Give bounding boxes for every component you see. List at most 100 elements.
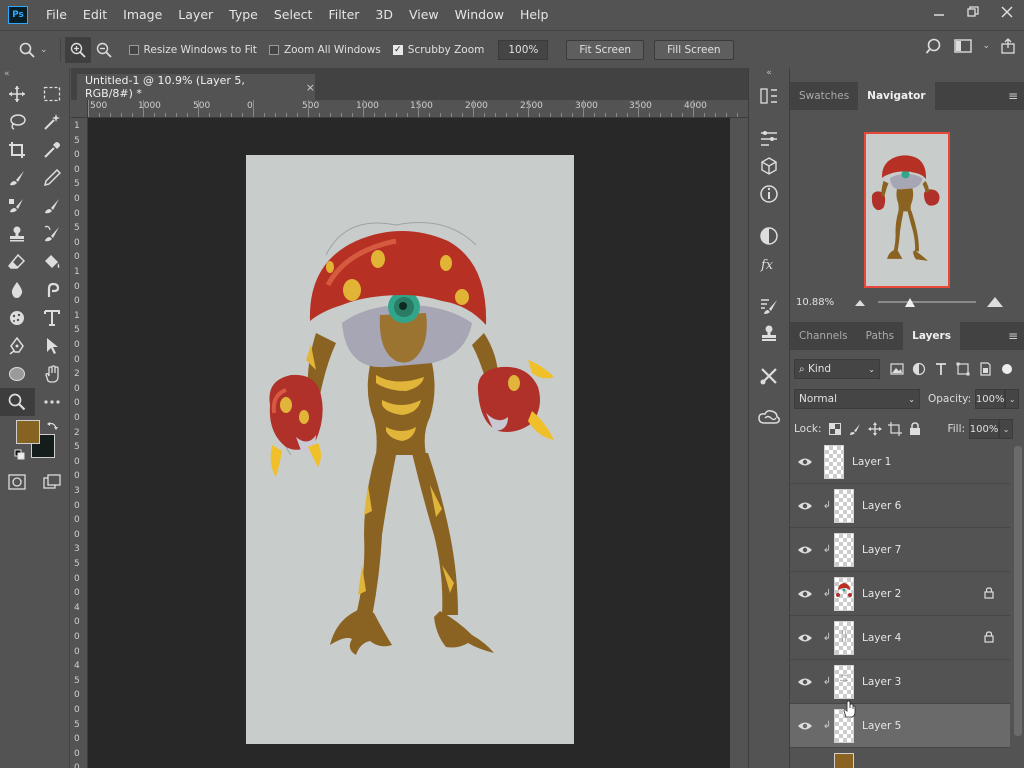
canvas-workspace[interactable]: [88, 118, 748, 768]
resize-windows-checkbox[interactable]: Resize Windows to Fit: [128, 44, 257, 56]
close-window-button[interactable]: [990, 0, 1024, 24]
marquee-tool[interactable]: [35, 80, 70, 108]
resize-windows-box[interactable]: [128, 44, 139, 55]
zoom-out-button[interactable]: [91, 37, 117, 63]
minimize-button[interactable]: [922, 0, 956, 24]
3d-panel-button[interactable]: [749, 152, 789, 180]
menu-type[interactable]: Type: [221, 0, 266, 30]
visibility-eye-icon[interactable]: [790, 501, 820, 511]
fit-screen-button[interactable]: Fit Screen: [566, 39, 645, 60]
share-icon[interactable]: [1000, 38, 1016, 54]
tab-channels[interactable]: Channels: [790, 322, 857, 350]
fill-field[interactable]: 100%: [969, 419, 1000, 439]
pen-tool[interactable]: [0, 332, 35, 360]
path-selection-tool[interactable]: [35, 332, 70, 360]
workspace-icon[interactable]: [954, 38, 973, 54]
swap-colors-icon[interactable]: [46, 420, 58, 432]
tab-swatches[interactable]: Swatches: [790, 82, 858, 110]
menu-file[interactable]: File: [38, 0, 75, 30]
collapse-icon[interactable]: «: [749, 68, 789, 82]
lasso-tool[interactable]: [0, 108, 35, 136]
layers-scrollbar-thumb[interactable]: [1014, 446, 1022, 736]
lock-image-button[interactable]: [845, 419, 865, 439]
filter-smart-object-button[interactable]: [974, 359, 996, 379]
blur-tool[interactable]: [0, 276, 35, 304]
filter-toggle-button[interactable]: [996, 359, 1018, 379]
zoom-in-button[interactable]: [64, 36, 91, 63]
pencil-tool[interactable]: [35, 164, 70, 192]
search-icon[interactable]: [926, 37, 944, 55]
clone-source-button[interactable]: [749, 320, 789, 348]
document-canvas[interactable]: [246, 155, 574, 744]
canvas-scrollbar[interactable]: [730, 118, 748, 768]
visibility-eye-icon[interactable]: [790, 721, 820, 731]
tab-paths[interactable]: Paths: [857, 322, 904, 350]
fill-dropdown[interactable]: ⌄: [999, 419, 1014, 439]
lock-all-button[interactable]: [905, 419, 925, 439]
zoom-all-windows-checkbox[interactable]: Zoom All Windows: [268, 44, 381, 56]
layers-scrollbar[interactable]: [1012, 440, 1024, 768]
brush-settings-button[interactable]: [749, 124, 789, 152]
filter-pixel-button[interactable]: [886, 359, 908, 379]
fill-screen-button[interactable]: Fill Screen: [654, 39, 734, 60]
menu-filter[interactable]: Filter: [320, 0, 367, 30]
zoom-in-mountain-icon[interactable]: [986, 294, 1004, 308]
layer-row-layer-3[interactable]: ↲ Layer 3: [790, 660, 1010, 704]
layer-row-layer-6[interactable]: ↲ Layer 6: [790, 484, 1010, 528]
zoom-out-mountain-icon[interactable]: [854, 297, 866, 307]
history-panel-button[interactable]: [749, 82, 789, 110]
zoom-tool[interactable]: [0, 388, 35, 416]
vertical-ruler[interactable]: 1 5 0 0 5 0 0 5 0 0 1 0 0 1 5 0 0 2 0 0 0 2 5 0 0 3 0 0 0 3 5 0 0 4 0 0 0 4 5 0…: [71, 100, 88, 768]
panel-menu-icon[interactable]: ≡: [1008, 89, 1018, 103]
eraser-tool[interactable]: [0, 248, 35, 276]
eyedropper-tool[interactable]: [35, 136, 70, 164]
layer-row-layer-2[interactable]: ↲ Layer 2: [790, 572, 1010, 616]
magic-wand-tool[interactable]: [35, 108, 70, 136]
visibility-eye-icon[interactable]: [790, 633, 820, 643]
ellipse-tool[interactable]: [0, 360, 35, 388]
layer-row-partial[interactable]: [790, 748, 1010, 768]
chevron-down-icon[interactable]: ⌄: [40, 45, 48, 55]
navigator-view-box[interactable]: [864, 132, 950, 288]
move-tool[interactable]: [0, 80, 35, 108]
history-brush-tool[interactable]: [35, 220, 70, 248]
panel-menu-icon[interactable]: ≡: [1008, 329, 1018, 343]
scrubby-zoom-checkbox[interactable]: ✓ Scrubby Zoom: [392, 44, 484, 56]
lock-artboard-button[interactable]: [885, 419, 905, 439]
collapse-icon[interactable]: «: [0, 68, 69, 80]
clone-stamp-tool[interactable]: [0, 220, 35, 248]
styles-panel-button[interactable]: fx: [749, 250, 789, 278]
menu-help[interactable]: Help: [512, 0, 557, 30]
visibility-eye-icon[interactable]: [790, 677, 820, 687]
tool-presets-button[interactable]: [749, 362, 789, 390]
crop-tool[interactable]: [0, 136, 35, 164]
menu-image[interactable]: Image: [115, 0, 170, 30]
scrubby-zoom-box[interactable]: ✓: [392, 44, 403, 55]
sponge-tool[interactable]: [0, 304, 35, 332]
libraries-panel-button[interactable]: [749, 404, 789, 432]
lock-transparent-button[interactable]: [825, 419, 845, 439]
navigator-zoom-value[interactable]: 10.88%: [796, 297, 834, 308]
menu-select[interactable]: Select: [266, 0, 321, 30]
zoom-percent-field[interactable]: 100%: [498, 39, 549, 60]
menu-view[interactable]: View: [401, 0, 447, 30]
quick-mask-button[interactable]: [0, 468, 35, 496]
type-tool[interactable]: [35, 304, 70, 332]
hand-tool[interactable]: [35, 360, 70, 388]
brush-tool[interactable]: [35, 192, 70, 220]
brushes-panel-button[interactable]: [749, 292, 789, 320]
filter-shape-button[interactable]: [952, 359, 974, 379]
paint-bucket-tool[interactable]: [35, 248, 70, 276]
zoom-all-windows-box[interactable]: [268, 44, 279, 55]
opacity-dropdown[interactable]: ⌄: [1005, 389, 1020, 409]
layer-row-layer-7[interactable]: ↲ Layer 7: [790, 528, 1010, 572]
edit-toolbar-button[interactable]: [35, 388, 70, 416]
visibility-eye-icon[interactable]: [790, 457, 820, 467]
visibility-eye-icon[interactable]: [790, 589, 820, 599]
opacity-field[interactable]: 100%: [975, 389, 1006, 409]
layer-row-layer-1[interactable]: Layer 1: [790, 440, 1010, 484]
lock-position-button[interactable]: [865, 419, 885, 439]
menu-edit[interactable]: Edit: [75, 0, 115, 30]
menu-layer[interactable]: Layer: [170, 0, 221, 30]
filter-type-button[interactable]: [930, 359, 952, 379]
